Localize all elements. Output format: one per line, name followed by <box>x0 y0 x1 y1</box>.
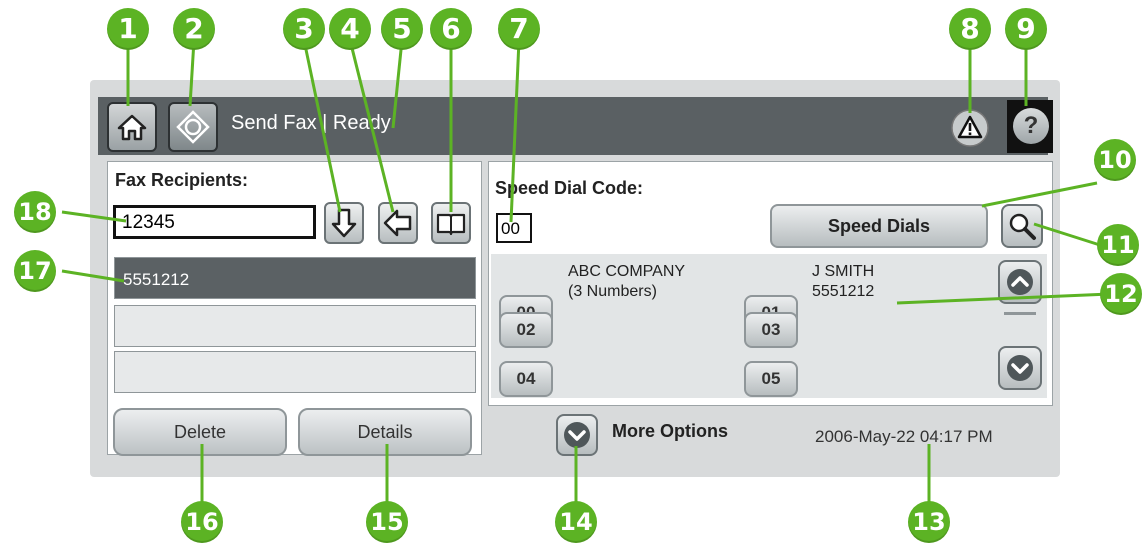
callout-8: 8 <box>949 8 991 50</box>
backspace-button[interactable] <box>378 202 418 244</box>
entry-name: J SMITH <box>812 263 875 280</box>
speed-dial-code-button[interactable]: 03 <box>744 312 798 348</box>
recipient-row[interactable]: 5551212 <box>114 257 476 299</box>
arrow-down-icon <box>331 208 357 238</box>
add-recipient-button[interactable] <box>324 202 364 244</box>
callout-6: 6 <box>430 8 472 50</box>
speed-dials-button[interactable]: Speed Dials <box>770 204 988 248</box>
speed-dial-code-button[interactable]: 05 <box>744 361 798 397</box>
phonebook-icon <box>436 213 466 236</box>
callout-11: 11 <box>1097 224 1139 266</box>
callout-3: 3 <box>283 8 325 50</box>
callout-2: 2 <box>173 8 215 50</box>
status-title: Send Fax | Ready <box>231 112 391 134</box>
callout-12: 12 <box>1100 273 1142 315</box>
more-options-label[interactable]: More Options <box>612 421 728 442</box>
entry-detail: (3 Numbers) <box>568 283 657 300</box>
speed-dial-code-input[interactable]: 00 <box>496 213 532 243</box>
callout-15: 15 <box>366 501 408 543</box>
callout-7: 7 <box>498 8 540 50</box>
chevron-down-icon <box>1007 355 1033 381</box>
entry-detail: 5551212 <box>812 283 875 300</box>
speed-dial-code-button[interactable]: 04 <box>499 361 553 397</box>
fax-number-input[interactable]: 12345 <box>113 205 316 239</box>
callout-13: 13 <box>908 501 950 543</box>
callout-9: 9 <box>1005 8 1047 50</box>
callout-4: 4 <box>329 8 371 50</box>
backspace-icon <box>383 209 412 237</box>
details-button[interactable]: Details <box>298 408 472 456</box>
chevron-down-icon <box>564 422 590 448</box>
fax-recipients-label: Fax Recipients: <box>115 170 249 190</box>
home-button[interactable] <box>107 102 157 152</box>
delete-button[interactable]: Delete <box>113 408 287 456</box>
chevron-up-icon <box>1007 269 1033 295</box>
more-options-button[interactable] <box>556 414 598 456</box>
callout-14: 14 <box>555 501 597 543</box>
speed-dial-code-button[interactable]: 02 <box>499 312 553 348</box>
scroll-up-button[interactable] <box>998 260 1042 304</box>
recipient-row[interactable] <box>114 305 476 347</box>
help-icon[interactable]: ? <box>1013 108 1049 144</box>
start-icon <box>176 110 210 144</box>
callout-17: 17 <box>14 250 56 292</box>
speed-dial-code-label: Speed Dial Code: <box>495 178 644 198</box>
recipient-row[interactable] <box>114 351 476 393</box>
callout-18: 18 <box>14 191 56 233</box>
scroll-down-button[interactable] <box>998 346 1042 390</box>
search-icon <box>1009 213 1036 240</box>
start-button[interactable] <box>168 102 218 152</box>
speed-dial-entry[interactable]: J SMITH 5551212 <box>812 262 874 302</box>
callout-1: 1 <box>107 8 149 50</box>
date-time-display: 2006-May-22 04:17 PM <box>815 427 993 446</box>
home-icon <box>117 114 147 141</box>
warning-icon[interactable] <box>950 108 990 148</box>
search-button[interactable] <box>1001 204 1043 248</box>
scroll-thumb[interactable] <box>1004 312 1036 315</box>
callout-5: 5 <box>381 8 423 50</box>
speed-dial-entry[interactable]: ABC COMPANY (3 Numbers) <box>568 262 685 302</box>
entry-name: ABC COMPANY <box>568 263 686 280</box>
phonebook-button[interactable] <box>431 202 471 244</box>
callout-10: 10 <box>1094 139 1136 181</box>
callout-16: 16 <box>181 501 223 543</box>
